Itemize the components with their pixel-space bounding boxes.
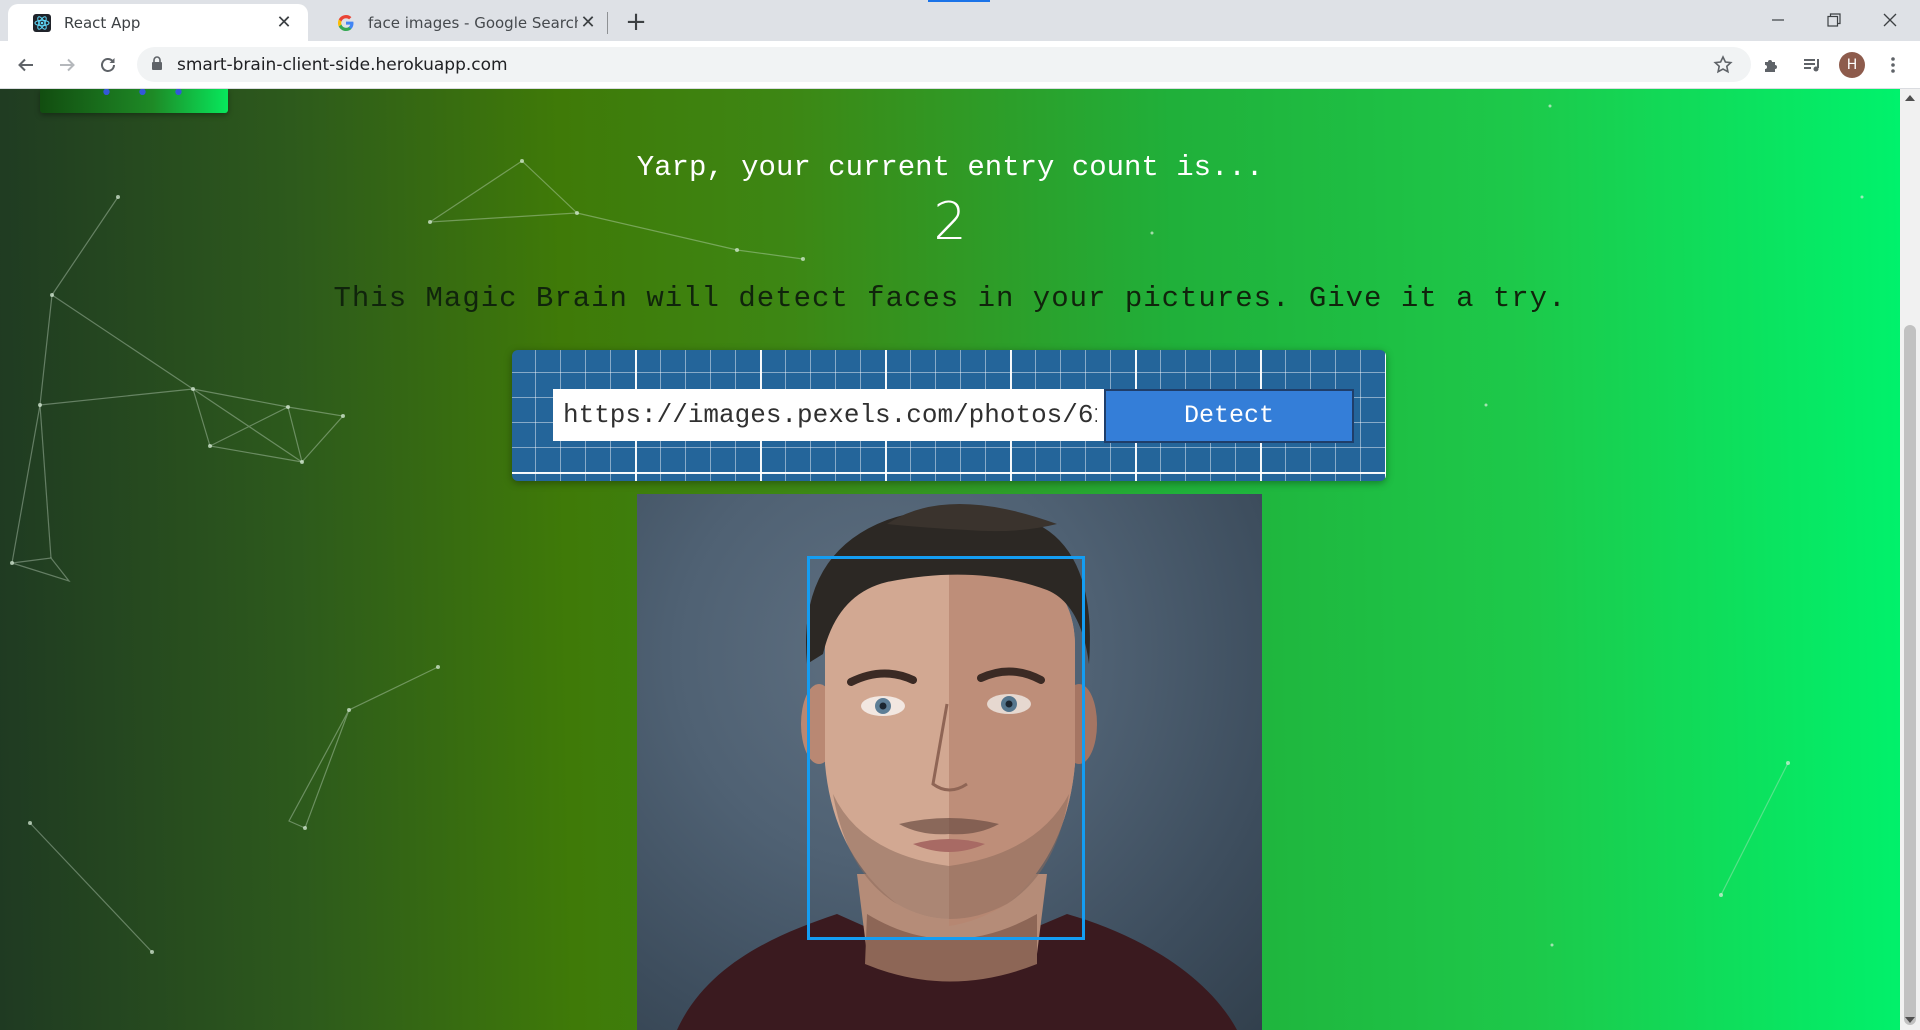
lock-icon xyxy=(151,55,163,74)
tab-react-app[interactable]: React App ✕ xyxy=(8,4,308,41)
google-icon xyxy=(336,13,356,33)
more-vert-icon xyxy=(1891,57,1895,73)
entry-count-label: Yarp, your current entry count is... xyxy=(636,151,1264,184)
image-url-input[interactable] xyxy=(553,389,1107,441)
detect-button[interactable]: Detect xyxy=(1104,389,1354,443)
arrow-left-icon xyxy=(18,58,33,72)
star-icon xyxy=(1713,55,1733,74)
close-icon xyxy=(1883,13,1897,27)
restore-button[interactable] xyxy=(1806,0,1862,40)
url-text: smart-brain-client-side.herokuapp.com xyxy=(177,54,508,75)
scroll-up-icon[interactable] xyxy=(1905,95,1915,101)
media-control-button[interactable] xyxy=(1796,49,1828,81)
close-window-button[interactable] xyxy=(1862,0,1918,40)
scrollbar-thumb[interactable] xyxy=(1904,325,1916,1025)
tab-strip-indicator xyxy=(928,0,990,2)
chrome-menu-button[interactable] xyxy=(1877,49,1909,81)
playlist-icon xyxy=(1804,59,1819,72)
puzzle-icon xyxy=(1765,60,1777,72)
tab-strip: React App ✕ face images - Google Search … xyxy=(0,0,1920,41)
entry-count-value: 2 xyxy=(933,192,967,252)
minimize-icon xyxy=(1772,19,1784,21)
app-tagline: This Magic Brain will detect faces in yo… xyxy=(333,282,1567,315)
forward-button[interactable] xyxy=(51,49,83,81)
profile-button[interactable]: H xyxy=(1836,49,1868,81)
scroll-down-icon[interactable] xyxy=(1905,1017,1915,1023)
face-bounding-box xyxy=(807,556,1085,940)
app-viewport: • • • Yarp, your current entry count is.… xyxy=(0,89,1900,1030)
react-icon xyxy=(32,13,52,33)
tab-google-search[interactable]: face images - Google Search ✕ xyxy=(312,4,612,41)
tab-title: face images - Google Search xyxy=(368,13,578,32)
extensions-button[interactable] xyxy=(1756,49,1788,81)
restore-icon xyxy=(1827,13,1841,27)
close-icon[interactable]: ✕ xyxy=(578,12,598,33)
back-button[interactable] xyxy=(10,49,42,81)
reload-icon xyxy=(101,58,115,72)
tab-separator xyxy=(607,12,608,34)
tab-title: React App xyxy=(64,13,141,32)
image-link-form: Detect xyxy=(512,350,1386,481)
minimize-button[interactable] xyxy=(1750,0,1806,40)
page-scrollbar[interactable] xyxy=(1900,89,1920,1030)
close-icon[interactable]: ✕ xyxy=(274,12,294,33)
arrow-right-icon xyxy=(60,58,75,72)
new-tab-button[interactable]: + xyxy=(622,8,650,36)
address-bar[interactable]: smart-brain-client-side.herokuapp.com xyxy=(137,47,1751,82)
reload-button[interactable] xyxy=(92,49,124,81)
avatar: H xyxy=(1839,52,1865,78)
logo: • • • xyxy=(40,89,228,113)
bookmark-star-button[interactable] xyxy=(1707,49,1739,81)
browser-toolbar: smart-brain-client-side.herokuapp.com H xyxy=(0,41,1920,89)
